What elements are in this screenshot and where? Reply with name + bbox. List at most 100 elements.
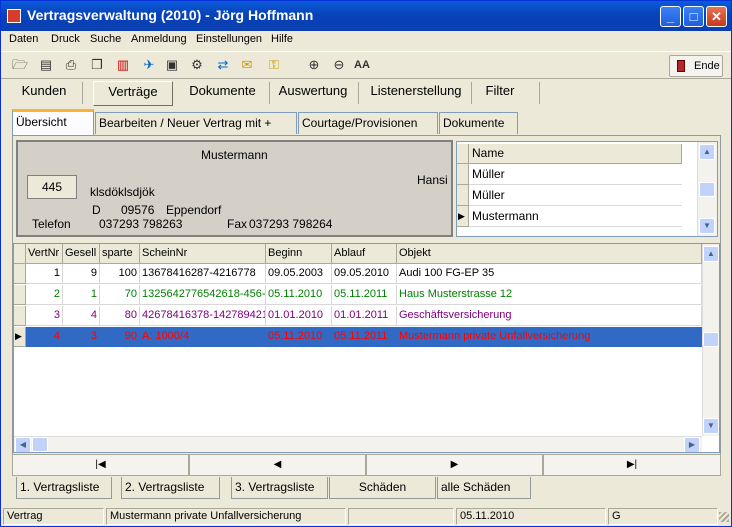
settings-icon[interactable]: ⚙ <box>188 56 206 74</box>
scroll-down-icon[interactable]: ▼ <box>699 218 715 234</box>
cell-scheinnr[interactable]: A: 1000/4 <box>140 327 266 347</box>
scroll-thumb[interactable] <box>703 332 719 347</box>
scroll-down-icon[interactable]: ▼ <box>703 418 719 434</box>
subtab-dokumente[interactable]: Dokumente <box>439 112 518 134</box>
subtab-courtage[interactable]: Courtage/Provisionen <box>298 112 438 134</box>
cell-objekt[interactable]: Audi 100 FG-EP 35 <box>397 264 702 284</box>
table-row[interactable]: ▶ 4 3 90 A: 1000/4 05.11.2010 05.11.2011 Muster… <box>14 327 702 347</box>
subtab-bearbeiten[interactable]: Bearbeiten / Neuer Vertrag mit + <box>95 112 297 134</box>
menu-einstellungen[interactable]: Einstellungen <box>196 33 262 45</box>
list-item[interactable]: Mustermann <box>469 206 682 227</box>
tab-vertragsliste-2[interactable]: 2. Vertragsliste <box>121 477 220 499</box>
cell-gesell[interactable]: 4 <box>63 306 100 326</box>
resize-grip-icon[interactable] <box>719 512 729 522</box>
tab-listenerstellung[interactable]: Listenerstellung <box>363 81 469 106</box>
column-header-beginn[interactable]: Beginn <box>266 244 332 264</box>
cell-objekt[interactable]: Haus Musterstrasse 12 <box>397 285 702 305</box>
tab-schaeden[interactable]: Schäden <box>329 477 436 499</box>
tab-alle-schaeden[interactable]: alle Schäden <box>437 477 531 499</box>
table-row[interactable]: 3 4 80 42678416378-142789421 01.01.2010 01.01… <box>14 306 702 326</box>
cell-scheinnr[interactable]: 13678416287-4216778 <box>140 264 266 284</box>
close-button[interactable]: ✕ <box>706 6 727 27</box>
contract-table-vscrollbar[interactable]: ▲ ▼ <box>702 244 719 436</box>
next-record-button[interactable]: ▶ <box>366 454 543 476</box>
cell-sparte[interactable]: 90 <box>100 327 140 347</box>
current-row-arrow-icon[interactable]: ▶ <box>14 327 26 347</box>
table-row[interactable]: 1 9 100 13678416287-4216778 09.05.2003 09.05.… <box>14 264 702 284</box>
last-record-button[interactable]: ▶| <box>543 454 721 476</box>
tab-vertragsliste-1[interactable]: 1. Vertragsliste <box>16 477 112 499</box>
cell-sparte[interactable]: 80 <box>100 306 140 326</box>
cell-vertnr[interactable]: 3 <box>26 306 63 326</box>
cell-objekt[interactable]: Geschäftsversicherung <box>397 306 702 326</box>
cell-gesell[interactable]: 3 <box>63 327 100 347</box>
tab-auswertung[interactable]: Auswertung <box>273 81 353 106</box>
current-row-arrow-icon[interactable]: ▶ <box>457 206 469 227</box>
row-selector[interactable] <box>457 185 469 206</box>
cell-ablauf[interactable]: 05.11.2011 <box>332 327 397 347</box>
archive-icon[interactable]: ▣ <box>163 56 181 74</box>
run-icon[interactable]: ✈ <box>140 56 158 74</box>
cell-beginn[interactable]: 05.11.2010 <box>266 285 332 305</box>
cell-sparte[interactable]: 100 <box>100 264 140 284</box>
doc-icon[interactable]: ▤ <box>37 56 55 74</box>
open-icon[interactable]: 🗁 <box>11 56 29 74</box>
note-icon[interactable]: ✉ <box>238 56 256 74</box>
column-header-gesell[interactable]: Gesell <box>63 244 100 264</box>
name-list-scrollbar[interactable]: ▲ ▼ <box>697 142 717 236</box>
copy-icon[interactable]: ❐ <box>88 56 106 74</box>
list-item[interactable]: Müller <box>469 185 682 206</box>
cell-vertnr[interactable]: 2 <box>26 285 63 305</box>
scroll-thumb[interactable] <box>32 437 48 452</box>
minimize-button[interactable]: _ <box>660 6 681 27</box>
first-record-button[interactable]: |◀ <box>12 454 189 476</box>
row-selector[interactable] <box>457 164 469 185</box>
column-header-ablauf[interactable]: Ablauf <box>332 244 397 264</box>
scroll-up-icon[interactable]: ▲ <box>703 246 719 262</box>
scroll-right-icon[interactable]: ▶ <box>684 437 700 452</box>
font-icon[interactable]: AA <box>353 56 371 74</box>
table-row[interactable]: 2 1 70 1325642776542618-456- 05.11.2010 05.11… <box>14 285 702 305</box>
cell-gesell[interactable]: 9 <box>63 264 100 284</box>
scroll-thumb[interactable] <box>699 182 715 197</box>
column-header-objekt[interactable]: Objekt <box>397 244 702 264</box>
exit-button[interactable]: Ende <box>669 55 723 77</box>
zoom-in-icon[interactable]: ⊕ <box>305 56 323 74</box>
list-item[interactable]: Müller <box>469 164 682 185</box>
tab-vertraege[interactable]: Verträge <box>93 81 173 106</box>
menu-druck[interactable]: Druck <box>51 33 80 45</box>
cell-beginn[interactable]: 05.11.2010 <box>266 327 332 347</box>
previous-record-button[interactable]: ◀ <box>189 454 366 476</box>
cell-sparte[interactable]: 70 <box>100 285 140 305</box>
menu-daten[interactable]: Daten <box>9 33 38 45</box>
menu-suche[interactable]: Suche <box>90 33 121 45</box>
scroll-up-icon[interactable]: ▲ <box>699 144 715 160</box>
menu-anmeldung[interactable]: Anmeldung <box>131 33 187 45</box>
tab-vertragsliste-3[interactable]: 3. Vertragsliste <box>231 477 328 499</box>
contract-table-hscrollbar[interactable]: ◀ ▶ <box>14 436 702 452</box>
cell-scheinnr[interactable]: 42678416378-142789421 <box>140 306 266 326</box>
cell-scheinnr[interactable]: 1325642776542618-456- <box>140 285 266 305</box>
column-header-scheinnr[interactable]: ScheinNr <box>140 244 266 264</box>
chart-icon[interactable]: ▥ <box>114 56 132 74</box>
tab-dokumente[interactable]: Dokumente <box>181 81 264 106</box>
customer-id-button[interactable]: 445 <box>27 175 77 199</box>
cell-ablauf[interactable]: 05.11.2011 <box>332 285 397 305</box>
scroll-left-icon[interactable]: ◀ <box>15 437 31 452</box>
column-header-sparte[interactable]: sparte <box>100 244 140 264</box>
row-selector[interactable] <box>14 285 26 305</box>
row-selector[interactable] <box>14 264 26 284</box>
maximize-button[interactable]: □ <box>683 6 704 27</box>
cell-ablauf[interactable]: 01.01.2011 <box>332 306 397 326</box>
transfer-icon[interactable]: ⇄ <box>214 56 232 74</box>
cell-vertnr[interactable]: 1 <box>26 264 63 284</box>
print-icon[interactable]: ⎙ <box>62 56 80 74</box>
cell-beginn[interactable]: 01.01.2010 <box>266 306 332 326</box>
cell-gesell[interactable]: 1 <box>63 285 100 305</box>
row-selector[interactable] <box>14 306 26 326</box>
key-icon[interactable]: ⚿ <box>265 56 283 74</box>
tab-kunden[interactable]: Kunden <box>9 81 79 106</box>
tab-filter[interactable]: Filter <box>475 81 525 106</box>
menu-hilfe[interactable]: Hilfe <box>271 33 293 45</box>
name-column-header[interactable]: Name <box>469 144 682 164</box>
